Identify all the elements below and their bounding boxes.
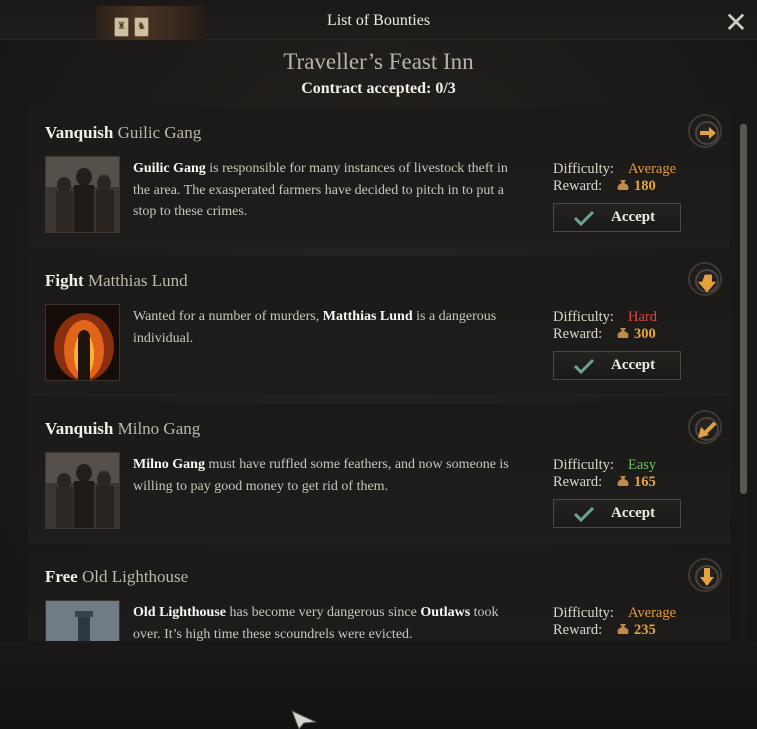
bounty-window: ♜ ♞ List of Bounties ✕ Traveller’s Feast… <box>0 0 757 729</box>
bounty-title: Fight Matthias Lund <box>45 271 188 291</box>
bounty-verb: Fight <box>45 271 84 290</box>
check-icon <box>573 210 595 226</box>
bounty-portrait <box>45 600 120 641</box>
bounty-target: Old Lighthouse <box>81 567 189 586</box>
bounty-item: Vanquish Guilic Gang Guilic Gang is resp… <box>28 108 730 248</box>
window-title: List of Bounties <box>326 12 431 29</box>
reward-amount: 235 <box>634 622 656 638</box>
bounty-list[interactable]: Vanquish Guilic Gang Guilic Gang is resp… <box>28 108 730 641</box>
difficulty-value: Average <box>628 605 677 621</box>
coin-bag-icon <box>617 476 629 486</box>
reward-value: 180 <box>616 178 656 195</box>
arrow-down-right-compass-icon[interactable] <box>688 262 722 296</box>
check-icon <box>573 358 595 374</box>
difficulty-label: Difficulty: <box>553 309 614 325</box>
bounty-target: Matthias Lund <box>87 271 188 290</box>
bounty-item: Fight Matthias Lund Wanted for a number … <box>28 256 730 396</box>
accept-button[interactable]: Accept <box>553 203 681 232</box>
reward-label: Reward: <box>553 622 603 638</box>
contract-status: Contract accepted: 0/3 <box>301 80 456 97</box>
bounty-title: Free Old Lighthouse <box>45 567 188 587</box>
reward-label: Reward: <box>553 178 603 194</box>
coin-bag-icon <box>617 328 629 338</box>
desc-bold: Old Lighthouse <box>133 605 226 620</box>
reward-amount: 165 <box>634 474 656 490</box>
bounty-target: Guilic Gang <box>117 123 202 142</box>
difficulty-label: Difficulty: <box>553 161 614 177</box>
desc-text: has become very dangerous since <box>225 605 421 620</box>
bounty-description: Old Lighthouse has become very dangerous… <box>133 602 528 641</box>
difficulty-label: Difficulty: <box>553 605 614 621</box>
bounty-portrait <box>45 304 120 381</box>
bounty-verb: Vanquish <box>45 419 114 438</box>
mouse-cursor-icon <box>291 710 317 729</box>
bounty-verb: Vanquish <box>45 123 114 142</box>
reward-amount: 180 <box>634 178 656 194</box>
reward-label: Reward: <box>553 326 603 342</box>
bounty-verb: Free <box>45 567 78 586</box>
arrow-down-compass-icon[interactable] <box>688 558 722 592</box>
accept-button[interactable]: Accept <box>553 499 681 528</box>
bounty-target: Milno Gang <box>117 419 201 438</box>
coin-bag-icon <box>617 624 629 634</box>
difficulty-label: Difficulty: <box>553 457 614 473</box>
bounty-item: Vanquish Milno Gang Milno Gang must have… <box>28 404 730 544</box>
reward-value: 235 <box>616 622 656 639</box>
accept-button[interactable]: Accept <box>553 351 681 380</box>
bounty-portrait <box>45 156 120 233</box>
arrow-down-left-compass-icon[interactable] <box>688 410 722 444</box>
difficulty-value: Easy <box>628 457 657 473</box>
coin-bag-icon <box>617 180 629 190</box>
scrollbar[interactable] <box>738 108 749 641</box>
desc-bold: Outlaws <box>420 605 471 620</box>
bounty-description: Guilic Gang is responsible for many inst… <box>133 158 528 223</box>
difficulty-value: Hard <box>628 309 657 325</box>
bounty-title: Vanquish Guilic Gang <box>45 123 201 143</box>
bounty-portrait <box>45 452 120 529</box>
close-button[interactable]: ✕ <box>723 9 749 37</box>
accept-label: Accept <box>611 357 656 373</box>
reward-value: 300 <box>616 326 656 343</box>
desc-bold: Guilic Gang <box>133 161 206 176</box>
reward-value: 165 <box>616 474 656 491</box>
bounty-description: Milno Gang must have ruffled some feathe… <box>133 454 528 497</box>
bounty-title: Vanquish Milno Gang <box>45 419 200 439</box>
reward-label: Reward: <box>553 474 603 490</box>
scrollbar-thumb[interactable] <box>740 124 747 494</box>
inn-name: Traveller’s Feast Inn <box>283 49 474 74</box>
bounty-item: Free Old Lighthouse Old Lighthouse has b <box>28 552 730 641</box>
check-icon <box>573 506 595 522</box>
desc-bold: Matthias Lund <box>322 309 413 324</box>
accept-label: Accept <box>611 209 656 225</box>
desc-text: Wanted for a number of murders, <box>133 309 323 324</box>
bottom-panel <box>0 641 757 729</box>
accept-label: Accept <box>611 505 656 521</box>
bounty-description: Wanted for a number of murders, Matthias… <box>133 306 528 349</box>
arrow-right-compass-icon[interactable] <box>688 114 722 148</box>
difficulty-value: Average <box>628 161 677 177</box>
reward-amount: 300 <box>634 326 656 342</box>
title-bar: ♜ ♞ List of Bounties ✕ <box>0 0 757 40</box>
desc-bold: Milno Gang <box>133 457 205 472</box>
